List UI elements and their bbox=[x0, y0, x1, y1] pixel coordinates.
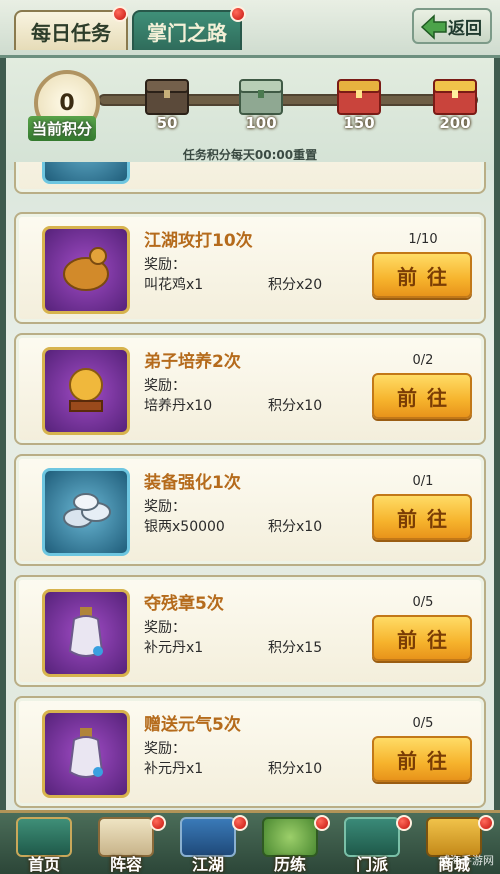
reward-points: 积分x10 bbox=[268, 761, 323, 777]
go-button[interactable]: 前往 bbox=[372, 736, 472, 782]
reward-item: 培养丹x10 bbox=[144, 398, 213, 414]
task-title: 装备强化1次 bbox=[144, 473, 241, 493]
potion-bottle-icon bbox=[42, 589, 130, 677]
notification-dot-icon bbox=[314, 815, 330, 831]
tab-sect-road[interactable]: 掌门之路 bbox=[132, 10, 242, 50]
go-button[interactable]: 前往 bbox=[372, 373, 472, 419]
task-progress: 1/10 bbox=[408, 232, 438, 247]
nav-lineup-label: 阵容 bbox=[109, 855, 142, 874]
list-item-partial bbox=[14, 162, 486, 194]
reward-label: 奖励： bbox=[144, 257, 186, 273]
notification-dot-icon bbox=[112, 6, 128, 22]
potion-bottle-icon bbox=[42, 710, 130, 798]
notification-dot-icon bbox=[232, 815, 248, 831]
notification-dot-icon bbox=[150, 815, 166, 831]
golden-orb-icon bbox=[42, 347, 130, 435]
reward-item: 补元丹x1 bbox=[144, 761, 204, 777]
task-progress: 0/5 bbox=[412, 716, 434, 731]
task-title: 赠送元气5次 bbox=[144, 715, 241, 735]
points-progress-panel: 0 当前积分 50 100 150 200 任务积分每天00:00重置 bbox=[6, 58, 494, 170]
reward-points: 积分x10 bbox=[268, 519, 323, 535]
reward-label: 奖励： bbox=[144, 741, 186, 757]
task-progress: 0/1 bbox=[412, 474, 434, 489]
task-title: 夺残章5次 bbox=[144, 594, 224, 614]
current-points-label: 当前积分 bbox=[28, 116, 97, 141]
list-item: 弟子培养2次 奖励： 培养丹x10 积分x10 0/2 前往 bbox=[14, 333, 486, 445]
task-icon bbox=[42, 162, 130, 184]
list-item: 夺残章5次 奖励： 补元丹x1 积分x15 0/5 前往 bbox=[14, 575, 486, 687]
notification-dot-icon bbox=[478, 815, 494, 831]
chest-200-icon[interactable] bbox=[432, 76, 478, 116]
reward-item: 银两x50000 bbox=[144, 519, 225, 535]
nav-jianghu[interactable]: 江湖 bbox=[168, 815, 248, 874]
go-button[interactable]: 前往 bbox=[372, 494, 472, 540]
task-progress: 0/2 bbox=[412, 353, 434, 368]
notification-dot-icon bbox=[230, 6, 246, 22]
reward-item: 叫花鸡x1 bbox=[144, 277, 204, 293]
silver-ingots-icon bbox=[42, 468, 130, 556]
notification-dot-icon bbox=[396, 815, 412, 831]
nav-sect-label: 门派 bbox=[355, 855, 388, 874]
reward-points: 积分x10 bbox=[268, 398, 323, 414]
list-item: 江湖攻打10次 奖励： 叫花鸡x1 积分x20 1/10 前往 bbox=[14, 212, 486, 324]
go-button[interactable]: 前往 bbox=[372, 252, 472, 298]
go-button[interactable]: 前往 bbox=[372, 615, 472, 661]
top-bar: 每日任务 掌门之路 返回 bbox=[0, 0, 500, 58]
reward-label: 奖励： bbox=[144, 378, 186, 394]
roast-chicken-icon bbox=[42, 226, 130, 314]
nav-lineup[interactable]: 阵容 bbox=[86, 815, 166, 874]
nav-home-label: 首页 bbox=[27, 855, 60, 874]
reset-note: 任务积分每天00:00重置 bbox=[182, 148, 318, 162]
back-label: 返回 bbox=[448, 18, 482, 39]
back-button[interactable]: 返回 bbox=[412, 8, 492, 44]
bottom-nav: 首页 阵容 江湖 历练 门派 商城 威海手游网 bbox=[0, 810, 500, 874]
nav-training-label: 历练 bbox=[273, 855, 306, 874]
nav-training[interactable]: 历练 bbox=[250, 815, 330, 874]
chest-50-icon[interactable] bbox=[144, 76, 190, 116]
milestone-50-label: 50 bbox=[156, 114, 178, 132]
chest-100-icon[interactable] bbox=[238, 76, 284, 116]
back-arrow-icon bbox=[420, 14, 447, 40]
nav-jianghu-label: 江湖 bbox=[191, 855, 224, 874]
list-item: 赠送元气5次 奖励： 补元丹x1 积分x10 0/5 前往 bbox=[14, 696, 486, 808]
reward-label: 奖励： bbox=[144, 620, 186, 636]
reward-label: 奖励： bbox=[144, 499, 186, 515]
reward-points: 积分x20 bbox=[268, 277, 323, 293]
task-title: 江湖攻打10次 bbox=[144, 231, 253, 251]
reward-item: 补元丹x1 bbox=[144, 640, 204, 656]
milestone-100-label: 100 bbox=[245, 114, 277, 132]
list-item: 装备强化1次 奖励： 银两x50000 积分x10 0/1 前往 bbox=[14, 454, 486, 566]
task-title: 弟子培养2次 bbox=[144, 352, 241, 372]
milestone-150-label: 150 bbox=[343, 114, 375, 132]
nav-home[interactable]: 首页 bbox=[4, 815, 84, 874]
task-progress: 0/5 bbox=[412, 595, 434, 610]
reward-points: 积分x15 bbox=[268, 640, 323, 656]
milestone-200-label: 200 bbox=[439, 114, 471, 132]
task-list[interactable]: 江湖攻打10次 奖励： 叫花鸡x1 积分x20 1/10 前往 弟子培养2次 奖… bbox=[14, 162, 486, 810]
watermark: 威海手游网 bbox=[439, 854, 494, 867]
nav-sect[interactable]: 门派 bbox=[332, 815, 412, 874]
tab-daily-tasks[interactable]: 每日任务 bbox=[14, 10, 128, 50]
chest-150-icon[interactable] bbox=[336, 76, 382, 116]
